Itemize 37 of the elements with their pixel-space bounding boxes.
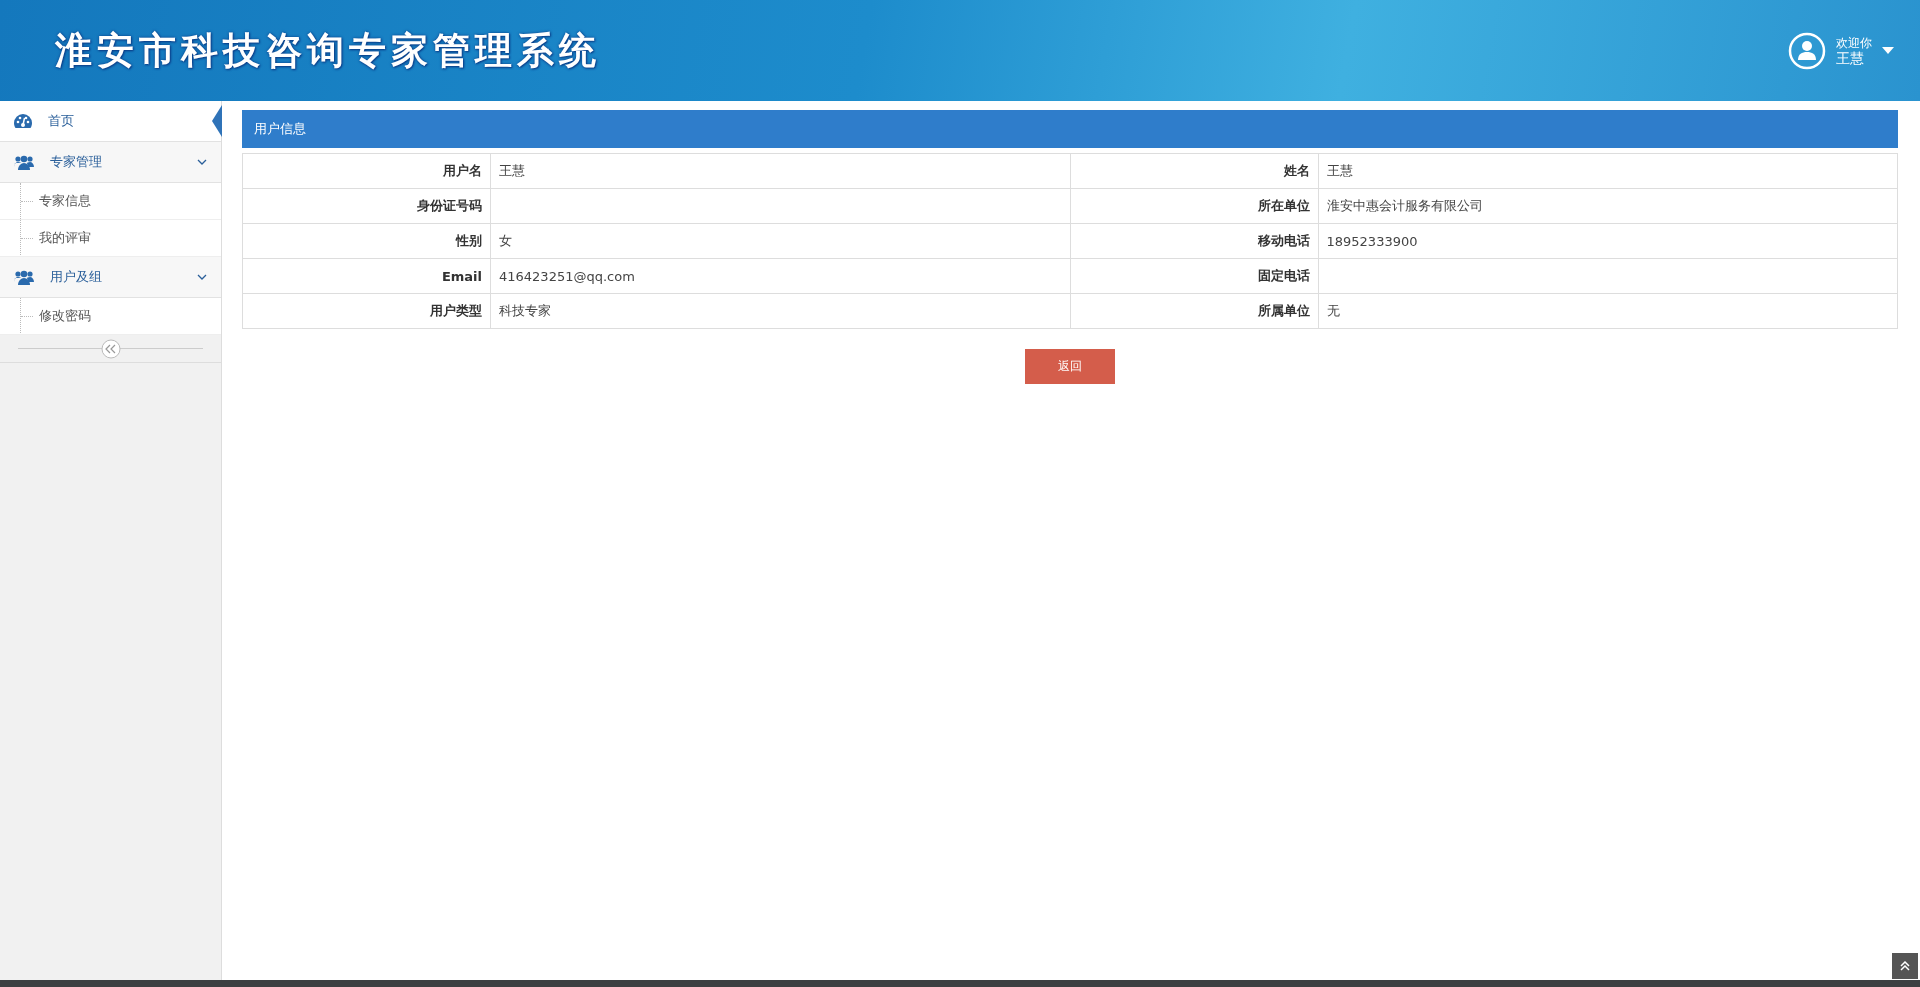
field-value: 王慧 — [491, 154, 1071, 189]
field-label: 身份证号码 — [243, 189, 491, 224]
user-avatar-icon[interactable] — [1788, 31, 1826, 70]
field-label: 固定电话 — [1070, 259, 1319, 294]
system-title: 淮安市科技咨询专家管理系统 — [55, 27, 601, 74]
dashboard-icon — [14, 114, 32, 128]
field-value: 无 — [1318, 294, 1898, 329]
field-label: 姓名 — [1070, 154, 1319, 189]
field-label: 用户类型 — [243, 294, 491, 329]
field-value: 18952333900 — [1318, 224, 1898, 259]
field-label: 性别 — [243, 224, 491, 259]
field-value: 女 — [491, 224, 1071, 259]
users-icon — [14, 154, 34, 170]
users-icon — [14, 269, 34, 285]
scroll-top-button[interactable] — [1892, 953, 1918, 979]
field-value: 淮安中惠会计服务有限公司 — [1318, 189, 1898, 224]
field-label: 用户名 — [243, 154, 491, 189]
sidebar-item[interactable]: 首页 — [0, 101, 221, 142]
sidebar-subitem[interactable]: 专家信息 — [0, 183, 221, 220]
field-label: 所属单位 — [1070, 294, 1319, 329]
chevron-down-icon — [197, 159, 207, 165]
collapse-sidebar-button[interactable] — [100, 338, 121, 359]
sidebar-item[interactable]: 用户及组 — [0, 257, 221, 298]
field-value: 王慧 — [1318, 154, 1898, 189]
sidebar-item[interactable]: 专家管理 — [0, 142, 221, 183]
field-label: 移动电话 — [1070, 224, 1319, 259]
field-label: Email — [243, 259, 491, 294]
dropdown-caret-icon[interactable] — [1882, 46, 1894, 55]
panel-header: 用户信息 — [242, 110, 1898, 148]
sidebar-subitem[interactable]: 修改密码 — [0, 298, 221, 335]
back-button[interactable]: 返回 — [1025, 349, 1115, 384]
field-value: 科技专家 — [491, 294, 1071, 329]
double-chevron-up-icon — [1900, 961, 1910, 971]
field-value: 416423251@qq.com — [491, 259, 1071, 294]
chevron-down-icon — [197, 274, 207, 280]
field-label: 所在单位 — [1070, 189, 1319, 224]
greeting-text: 欢迎你 — [1836, 35, 1872, 51]
